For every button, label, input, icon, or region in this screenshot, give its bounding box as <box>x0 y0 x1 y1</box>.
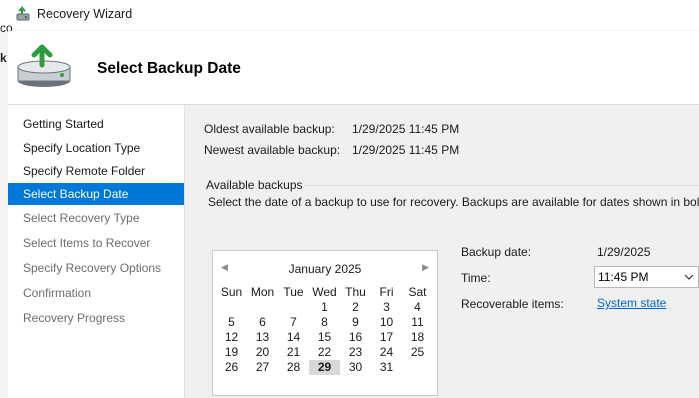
available-backups-group-label: Available backups <box>206 178 303 192</box>
backup-drive-icon <box>17 44 71 87</box>
calendar-day[interactable]: 11 <box>402 315 433 330</box>
oldest-backup-label: Oldest available backup: <box>204 122 335 136</box>
background-window-text: k <box>0 51 7 65</box>
calendar-day[interactable]: 17 <box>371 330 402 345</box>
calendar-day[interactable]: 5 <box>216 315 247 330</box>
window-title: Recovery Wizard <box>37 7 133 21</box>
calendar-day[interactable]: 16 <box>340 330 371 345</box>
calendar-day[interactable]: 23 <box>340 345 371 360</box>
time-dropdown-value: 11:45 PM <box>598 270 649 284</box>
backup-date-value: 1/29/2025 <box>597 245 651 259</box>
system-state-link[interactable]: System state <box>597 296 666 310</box>
calendar-empty-cell <box>278 300 309 315</box>
calendar-day[interactable]: 28 <box>278 360 309 375</box>
calendar-weekday: Wed <box>312 285 337 299</box>
calendar-empty-cell <box>247 300 278 315</box>
background-window-edge: co k <box>0 21 13 398</box>
time-label: Time: <box>461 271 491 285</box>
calendar-day[interactable]: 13 <box>247 330 278 345</box>
backup-calendar[interactable]: ◀ January 2025 ▶ Sun Mon Tue Wed Thu Fri Sat 1… <box>212 250 438 396</box>
time-dropdown[interactable]: 11:45 PM <box>594 266 699 288</box>
calendar-week-row: 12 13 14 15 16 17 18 <box>216 330 433 345</box>
calendar-day[interactable]: 30 <box>340 360 371 375</box>
chevron-right-icon[interactable]: ▶ <box>422 262 429 273</box>
step-specify-remote-folder[interactable]: Specify Remote Folder <box>8 160 184 182</box>
chevron-down-icon <box>684 274 694 280</box>
calendar-day[interactable]: 12 <box>216 330 247 345</box>
calendar-day[interactable]: 25 <box>402 345 433 360</box>
wizard-header: Select Backup Date <box>8 31 699 105</box>
calendar-day[interactable]: 27 <box>247 360 278 375</box>
group-divider <box>304 185 699 186</box>
calendar-day[interactable]: 6 <box>247 315 278 330</box>
content-panel: Oldest available backup: 1/29/2025 11:45… <box>185 105 699 398</box>
backup-date-label: Backup date: <box>461 245 532 259</box>
calendar-weekday: Mon <box>250 285 275 299</box>
newest-backup-value: 1/29/2025 11:45 PM <box>352 143 460 157</box>
step-select-recovery-type: Select Recovery Type <box>23 211 140 225</box>
wizard-steps-sidebar: Getting Started Specify Location Type Sp… <box>8 105 185 398</box>
calendar-day[interactable]: 29 <box>309 360 340 375</box>
calendar-day[interactable]: 3 <box>371 300 402 315</box>
calendar-day[interactable]: 24 <box>371 345 402 360</box>
recovery-wizard-icon <box>16 6 30 21</box>
calendar-day[interactable]: 15 <box>309 330 340 345</box>
calendar-day[interactable]: 22 <box>309 345 340 360</box>
calendar-weekday: Tue <box>283 285 304 299</box>
calendar-day[interactable]: 2 <box>340 300 371 315</box>
step-recovery-progress: Recovery Progress <box>23 311 126 325</box>
calendar-empty-cell <box>216 300 247 315</box>
calendar-day[interactable]: 4 <box>402 300 433 315</box>
step-select-backup-date[interactable]: Select Backup Date <box>8 183 184 205</box>
calendar-week-row: 5 6 7 8 9 10 11 <box>216 315 433 330</box>
step-specify-recovery-options: Specify Recovery Options <box>23 261 162 275</box>
calendar-day[interactable]: 14 <box>278 330 309 345</box>
recoverable-items-label: Recoverable items: <box>461 297 564 311</box>
calendar-week-row: 26 27 28 29 30 31 <box>216 360 433 375</box>
calendar-week-row: 19 20 21 22 23 24 25 <box>216 345 433 360</box>
calendar-day[interactable]: 10 <box>371 315 402 330</box>
calendar-weekday: Fri <box>379 285 394 299</box>
calendar-month-title[interactable]: January 2025 <box>213 262 437 276</box>
calendar-day[interactable]: 7 <box>278 315 309 330</box>
title-bar: Recovery Wizard <box>0 0 699 31</box>
calendar-weekday: Sat <box>408 285 427 299</box>
calendar-weekday: Thu <box>345 285 366 299</box>
page-title: Select Backup Date <box>97 60 241 77</box>
oldest-backup-value: 1/29/2025 11:45 PM <box>352 122 460 136</box>
calendar-weekday: Sun <box>220 285 243 299</box>
calendar-day[interactable]: 31 <box>371 360 402 375</box>
newest-backup-label: Newest available backup: <box>204 143 341 157</box>
calendar-day[interactable]: 18 <box>402 330 433 345</box>
calendar-day[interactable]: 19 <box>216 345 247 360</box>
calendar-day[interactable]: 26 <box>216 360 247 375</box>
step-select-items-to-recover: Select Items to Recover <box>23 236 151 250</box>
calendar-day[interactable]: 8 <box>309 315 340 330</box>
calendar-empty-cell <box>402 360 433 375</box>
calendar-weekday-row: Sun Mon Tue Wed Thu Fri Sat <box>216 285 433 300</box>
calendar-day[interactable]: 21 <box>278 345 309 360</box>
calendar-grid: Sun Mon Tue Wed Thu Fri Sat 1 2 3 4 5 6 7 8 9 10 11 12 13 1… <box>216 285 433 375</box>
step-getting-started[interactable]: Getting Started <box>8 113 184 135</box>
calendar-day[interactable]: 1 <box>309 300 340 315</box>
calendar-week-row: 1234 <box>216 300 433 315</box>
step-specify-location-type[interactable]: Specify Location Type <box>8 137 184 159</box>
calendar-day[interactable]: 9 <box>340 315 371 330</box>
calendar-day[interactable]: 20 <box>247 345 278 360</box>
instructions-text: Select the date of a backup to use for r… <box>208 195 699 209</box>
step-confirmation: Confirmation <box>23 286 92 300</box>
